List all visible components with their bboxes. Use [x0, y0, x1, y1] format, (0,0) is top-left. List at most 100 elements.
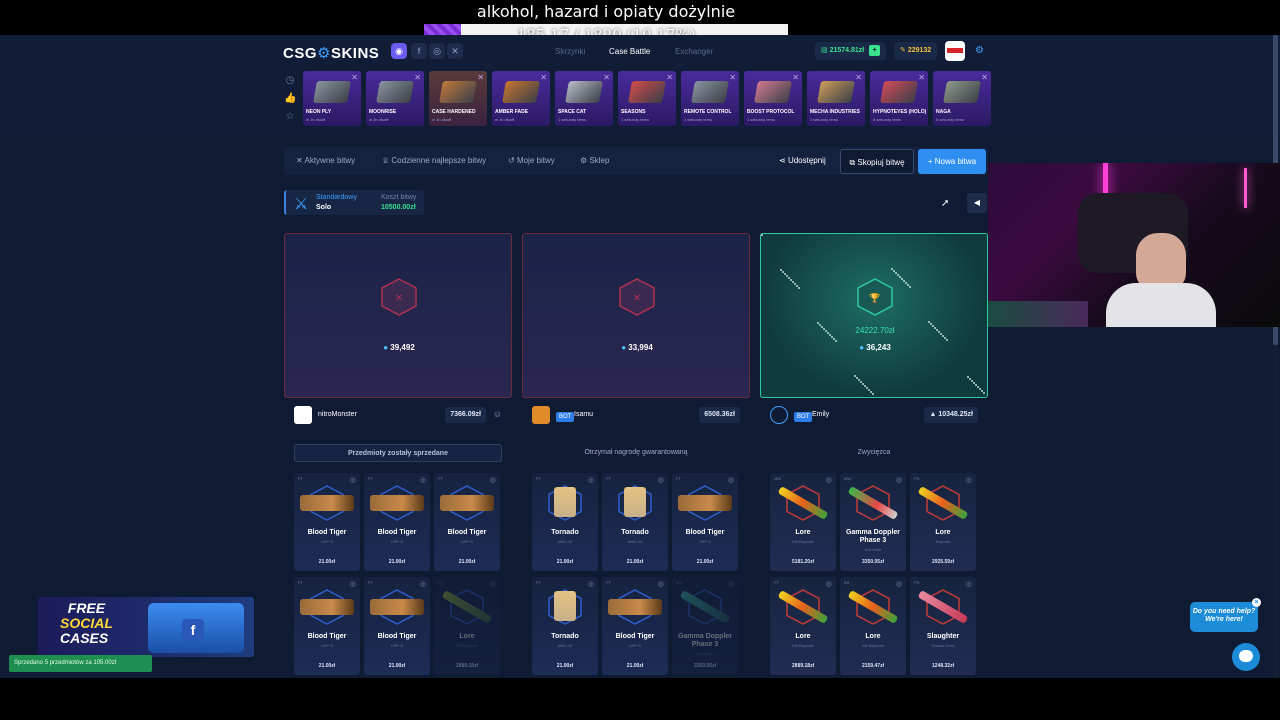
nav-daily-best[interactable]: ♕ Codzienne najlepsze bitwy [382, 156, 486, 165]
share-button[interactable]: ⋖ Udostępnij [779, 156, 826, 165]
player-avatar[interactable] [770, 406, 788, 424]
case-card[interactable]: ✕ HYPNOTEYES (HOLO) 5 sekundy temu [870, 71, 928, 126]
shield-icon[interactable]: ◎ [420, 580, 426, 588]
case-time: w 1h dłuoff [432, 117, 452, 122]
close-icon[interactable]: ✕ [477, 73, 484, 82]
new-battle-button[interactable]: + Nowa bitwa [918, 149, 986, 174]
close-icon[interactable]: ✕ [351, 73, 358, 82]
tab-case-battle[interactable]: Case Battle [609, 47, 650, 56]
history-clock-icon[interactable]: ◷ [284, 75, 296, 87]
case-card[interactable]: ✕ SEASONS 1 sekundy temu [618, 71, 676, 126]
tokens-value: 36,243 [866, 343, 891, 352]
won-item-card[interactable]: FN ◎ Slaughter Classic Knife 1248.32zł [910, 577, 976, 675]
page-scrollbar[interactable] [1273, 35, 1278, 678]
case-card[interactable]: ✕ MECHA INDUSTRIES 1 sekundy temu [807, 71, 865, 126]
shield-icon[interactable]: ◎ [658, 580, 664, 588]
won-item-card[interactable]: FN ◎ Lore Bayonet 2925.59zł [910, 473, 976, 571]
player-avatar[interactable] [294, 406, 312, 424]
close-icon[interactable]: ✕ [855, 73, 862, 82]
case-card[interactable]: ✕ SPACE CAT 1 sekundy temu [555, 71, 613, 126]
nav-active-battles[interactable]: ✕ Aktywne bitwy [296, 156, 355, 165]
star-sparkle [823, 328, 825, 330]
tab-skrzynki[interactable]: Skrzynki [555, 47, 585, 56]
shield-icon[interactable]: ◎ [728, 476, 734, 484]
won-item-card[interactable]: FT ◎ Blood Tiger USP-S 21.00zł [364, 577, 430, 675]
star-icon[interactable]: ☆ [284, 111, 296, 123]
case-card[interactable]: ✕ REMOTE CONTROL 1 sekundy temu [681, 71, 739, 126]
won-item-card[interactable]: FT ◎ Lore M9 Bayonet 2889.18zł [434, 577, 500, 675]
shield-icon[interactable]: ◎ [966, 476, 972, 484]
smile-icon[interactable]: ☺ [493, 409, 502, 419]
user-avatar[interactable] [945, 41, 965, 61]
case-card[interactable]: ✕ BOOST PROTOCOL 1 sekundy temu [744, 71, 802, 126]
balance-badge[interactable]: ▤ 21574.81zł + [815, 42, 887, 60]
site-logo[interactable]: CSG⚙SKINS [283, 44, 379, 62]
free-social-cases-ad[interactable]: FREE SOCIAL CASES f [38, 597, 254, 657]
help-close-icon[interactable]: × [1252, 598, 1261, 607]
won-item-card[interactable]: BS ◎ Lore M9 Bayonet 2159.47zł [840, 577, 906, 675]
won-item-card[interactable]: MW ◎ Gamma Doppler Phase 3 Gut Knife 3350.05… [840, 473, 906, 571]
settings-gear-icon[interactable]: ⚙ [975, 45, 984, 56]
shield-icon[interactable]: ◎ [588, 580, 594, 588]
won-item-card[interactable]: FT ◎ Lore M9 Bayonet 2889.18zł [770, 577, 836, 675]
won-item-card[interactable]: FT ◎ Tornado MAC-10 21.00zł [602, 473, 668, 571]
won-item-card[interactable]: FT ◎ Blood Tiger USP-S 21.00zł [294, 577, 360, 675]
won-item-card[interactable]: FT ◎ Blood Tiger USP-S 21.00zł [672, 473, 738, 571]
player-status[interactable]: Przedmioty zostały sprzedane [294, 444, 502, 462]
shield-icon[interactable]: ◎ [966, 580, 972, 588]
shield-icon[interactable]: ◎ [350, 580, 356, 588]
shield-icon[interactable]: ◎ [490, 580, 496, 588]
item-weapon: MAC-10 [627, 539, 643, 544]
won-item-card[interactable]: FT ◎ Blood Tiger USP-S 21.00zł [364, 473, 430, 571]
close-icon[interactable]: ✕ [666, 73, 673, 82]
case-card[interactable]: ✕ NEON PLY w 1h dłuoff [303, 71, 361, 126]
close-icon[interactable]: ✕ [414, 73, 421, 82]
thumbs-up-icon[interactable]: 👍 [284, 93, 296, 105]
won-item-card[interactable]: FT ◎ Blood Tiger USP-S 21.00zł [602, 577, 668, 675]
close-icon[interactable]: ✕ [981, 73, 988, 82]
discord-icon[interactable]: ◉ [391, 43, 407, 59]
copy-battle-button[interactable]: ⧉ Skopiuj bitwę [840, 149, 914, 174]
won-item-card[interactable]: FT ◎ Tornado MAC-10 21.00zł [532, 577, 598, 675]
shield-icon[interactable]: ◎ [350, 476, 356, 484]
instagram-icon[interactable]: ◎ [429, 43, 445, 59]
close-icon[interactable]: ✕ [918, 73, 925, 82]
shield-icon[interactable]: ◎ [826, 580, 832, 588]
star-sparkle [967, 376, 969, 378]
nav-shop[interactable]: ⚙ Sklep [580, 156, 609, 165]
case-card[interactable]: ✕ CASE HARDENED w 1h dłuoff [429, 71, 487, 126]
case-card[interactable]: ✕ NAGA 5 sekundy temu [933, 71, 991, 126]
deposit-plus-icon[interactable]: + [869, 45, 881, 56]
facebook-icon[interactable]: f [411, 43, 427, 59]
close-icon[interactable]: ✕ [729, 73, 736, 82]
case-weapon-image [754, 81, 792, 103]
nav-mine-label: Moje bitwy [516, 156, 555, 165]
close-icon[interactable]: ✕ [540, 73, 547, 82]
player-avatar[interactable] [532, 406, 550, 424]
shield-icon[interactable]: ◎ [420, 476, 426, 484]
points-badge[interactable]: ✎ 229132 [894, 42, 938, 60]
shield-icon[interactable]: ◎ [896, 476, 902, 484]
won-item-card[interactable]: FT ◎ Blood Tiger USP-S 21.00zł [434, 473, 500, 571]
won-item-card[interactable]: FT ◎ Blood Tiger USP-S 21.00zł [294, 473, 360, 571]
x-twitter-icon[interactable]: ✕ [447, 43, 463, 59]
chat-button[interactable] [1232, 643, 1260, 671]
shield-icon[interactable]: ◎ [826, 476, 832, 484]
close-icon[interactable]: ✕ [603, 73, 610, 82]
won-item-card[interactable]: FT ◎ Tornado MAC-10 21.00zł [532, 473, 598, 571]
shield-icon[interactable]: ◎ [728, 580, 734, 588]
player-status: Otrzymał nagrodę gwarantowaną [584, 449, 688, 456]
close-icon[interactable]: ✕ [792, 73, 799, 82]
shield-icon[interactable]: ◎ [658, 476, 664, 484]
shield-icon[interactable]: ◎ [588, 476, 594, 484]
won-item-card[interactable]: MW ◎ Gamma Doppler Phase 3 Gut Knife 3350.05… [672, 577, 738, 675]
shield-icon[interactable]: ◎ [896, 580, 902, 588]
back-arrow-button[interactable]: ◀ [967, 193, 987, 213]
shield-icon[interactable]: ◎ [490, 476, 496, 484]
tab-exchanger[interactable]: Exchanger [675, 47, 713, 56]
case-card[interactable]: ✕ MOONRISE w 1h dłuoff [366, 71, 424, 126]
help-bubble[interactable]: Do you need help? We're here! × [1190, 598, 1261, 632]
case-card[interactable]: ✕ AMBER FADE w 1h dłuoff [492, 71, 550, 126]
won-item-card[interactable]: MW ◎ Lore M9 Bayonet 5181.20zł [770, 473, 836, 571]
nav-my-battles[interactable]: ↺ Moje bitwy [508, 156, 555, 165]
